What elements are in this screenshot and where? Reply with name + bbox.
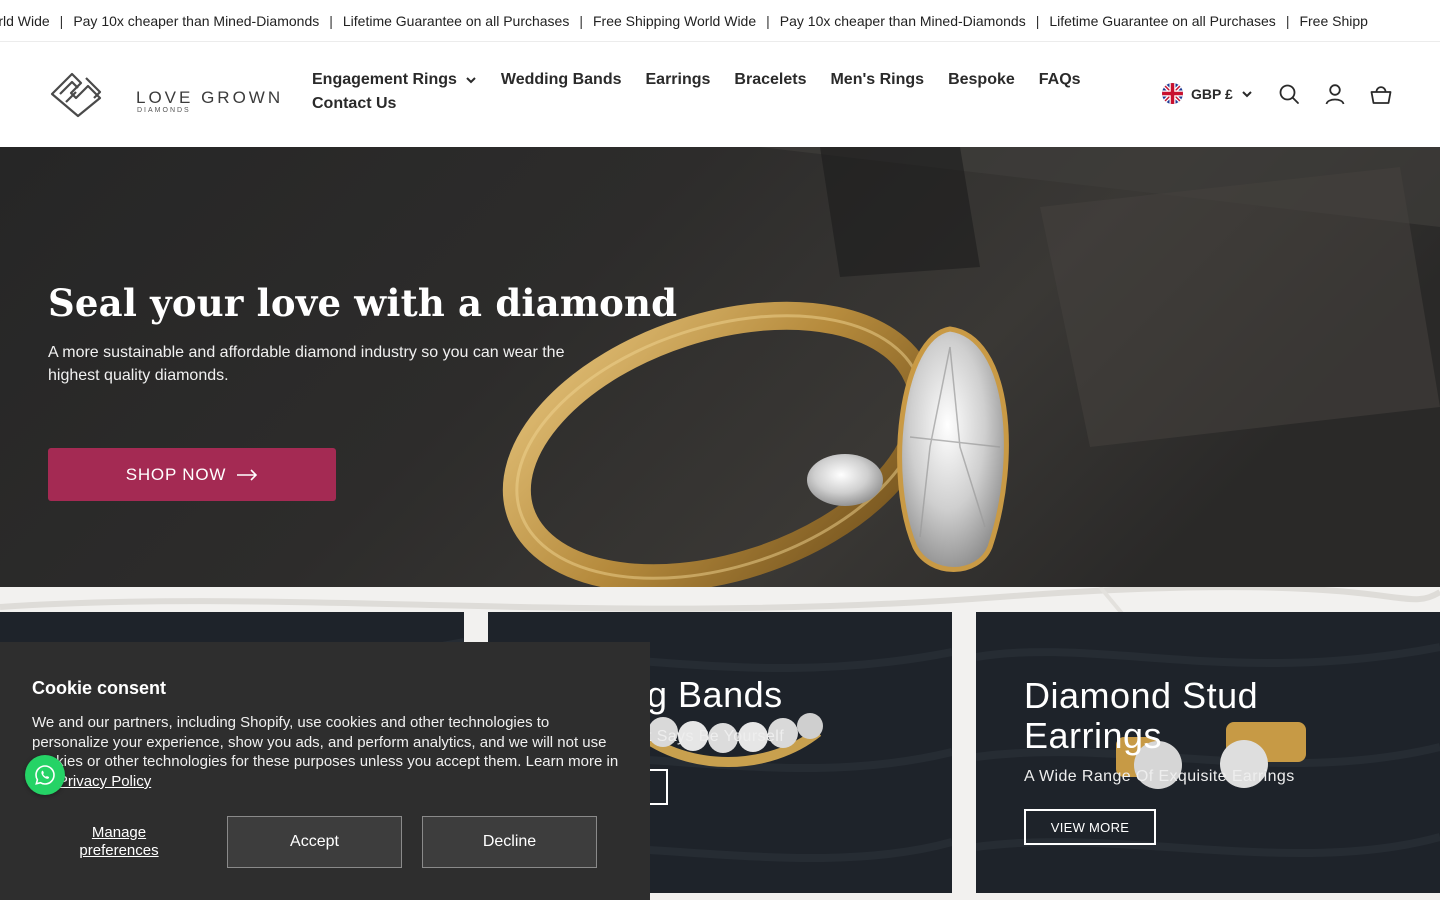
shop-now-label: SHOP NOW [125, 464, 227, 484]
earrings-card-title: Diamond Stud Earrings [1024, 675, 1259, 756]
nav-bespoke[interactable]: Bespoke [948, 70, 1015, 90]
announcement-item: ing World Wide [0, 13, 50, 29]
logo-mark-icon [50, 72, 102, 118]
account-icon[interactable] [1324, 83, 1346, 105]
cookie-title: Cookie consent [32, 678, 167, 698]
brand-subtitle: DIAMONDS [137, 107, 191, 114]
manage-preferences-link[interactable]: Manage preferences [56, 824, 182, 860]
announcement-item: Pay 10x cheaper than Mined-Diamonds [779, 13, 1026, 29]
chevron-down-icon [1242, 90, 1252, 97]
currency-label: GBP £ [1191, 85, 1233, 102]
hero-banner: Seal your love with a diamond A more sus… [0, 147, 1440, 587]
cookie-consent-banner: Cookie consent We and our partners, incl… [0, 642, 650, 900]
nav-wedding-bands[interactable]: Wedding Bands [501, 70, 622, 90]
nav-faqs[interactable]: FAQs [1039, 70, 1081, 90]
announcement-item: Pay 10x cheaper than Mined-Diamonds [73, 13, 320, 29]
collection-card-earrings[interactable]: Diamond Stud Earrings A Wide Range Of Ex… [976, 612, 1440, 893]
privacy-policy-link[interactable]: Privacy Policy [58, 773, 151, 790]
chevron-down-icon [466, 77, 476, 84]
uk-flag-icon [1162, 83, 1183, 104]
whatsapp-icon [35, 765, 55, 785]
shop-now-button[interactable]: SHOP NOW [48, 448, 336, 501]
announcement-item: Lifetime Guarantee on all Purchases [1049, 13, 1276, 29]
arrow-right-icon [237, 468, 258, 481]
announcement-item: Free Shipping World Wide [592, 13, 757, 29]
nav-contact-us[interactable]: Contact Us [312, 94, 396, 114]
hero-title: Seal your love with a diamond [48, 281, 678, 325]
nav-bracelets[interactable]: Bracelets [734, 70, 806, 90]
earrings-view-more-button[interactable]: VIEW MORE [1024, 809, 1156, 845]
nav-engagement-rings[interactable]: Engagement Rings [312, 70, 477, 90]
cookie-text: We and our partners, including Shopify, … [32, 713, 627, 791]
announcement-bar: ing World Wide | Pay 10x cheaper than Mi… [0, 0, 1440, 42]
announcement-item: Free Shipp [1299, 13, 1368, 29]
announcement-track: ing World Wide | Pay 10x cheaper than Mi… [0, 0, 1377, 41]
cart-icon[interactable] [1370, 83, 1392, 105]
site-header: LOVE GROWN DIAMONDS Engagement Rings Wed… [0, 42, 1440, 147]
nav-mens-rings[interactable]: Men's Rings [830, 70, 924, 90]
currency-selector[interactable]: GBP £ [1162, 83, 1253, 104]
brand-name: LOVE GROWN [136, 88, 284, 107]
wedding-bands-card-subtitle: t Says Be Yourself [647, 728, 785, 745]
brand-logo[interactable]: LOVE GROWN DIAMONDS [50, 72, 280, 118]
hero-subtitle: A more sustainable and affordable diamon… [48, 344, 565, 384]
announcement-item: Lifetime Guarantee on all Purchases [342, 13, 570, 29]
decline-button[interactable]: Decline [422, 816, 597, 868]
nav-earrings[interactable]: Earrings [646, 70, 711, 90]
main-nav: Engagement Rings Wedding Bands Earrings … [312, 70, 1112, 114]
earrings-card-subtitle: A Wide Range Of Exquisite Earrings [1024, 768, 1295, 785]
whatsapp-chat-button[interactable] [25, 755, 65, 795]
accept-button[interactable]: Accept [227, 816, 402, 868]
search-icon[interactable] [1278, 83, 1300, 105]
nav-engagement-rings-label: Engagement Rings [312, 71, 457, 88]
